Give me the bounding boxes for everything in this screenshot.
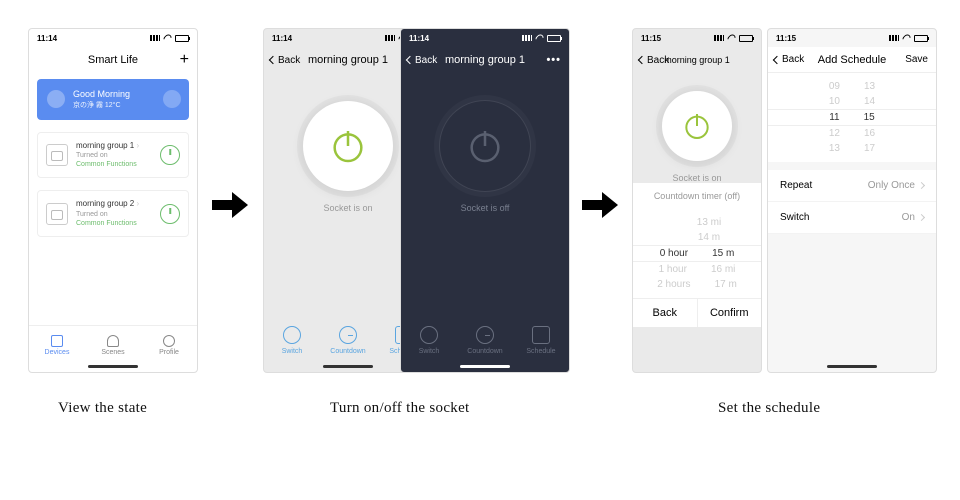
status-time: 11:14: [272, 34, 292, 43]
phone-add-schedule: 11:15 Back Add Schedule Save 0913 1014 1…: [767, 28, 937, 373]
status-time: 11:15: [641, 34, 661, 43]
plug-icon: [46, 144, 68, 166]
header: Smart Life +: [29, 47, 197, 73]
device-row[interactable]: morning group 2 › Turned on Common Funct…: [37, 190, 189, 237]
tab-bar: Devices Scenes Profile: [29, 325, 197, 365]
page-title: Add Schedule: [818, 54, 887, 66]
countdown-title: Countdown timer (off): [633, 183, 761, 209]
home-indicator: [88, 365, 138, 368]
switch-label: Switch: [780, 212, 809, 223]
power-icon[interactable]: [160, 204, 180, 224]
device-common: Common Functions: [76, 160, 152, 169]
power-icon: [465, 126, 505, 166]
home-indicator: [323, 365, 373, 368]
back-button[interactable]: Back: [407, 55, 437, 66]
device-name: morning group 2: [76, 199, 134, 208]
tab-countdown[interactable]: Countdown: [320, 326, 376, 355]
power-button[interactable]: [662, 91, 732, 161]
power-icon: [681, 110, 713, 142]
switch-row[interactable]: Switch On: [768, 202, 936, 234]
weather-sub: 京の浄 霧 12°C: [73, 101, 130, 110]
tab-switch[interactable]: Switch: [264, 326, 320, 355]
power-button[interactable]: [440, 101, 530, 191]
back-button[interactable]: Back: [774, 54, 804, 65]
time-picker[interactable]: 0913 1014 1115 1216 1317: [768, 73, 936, 162]
socket-state: Socket is off: [401, 203, 569, 213]
back-button[interactable]: Back: [639, 55, 669, 66]
device-name: morning group 1: [76, 141, 134, 150]
action-bar: Back Confirm: [633, 298, 761, 327]
more-icon[interactable]: •••: [546, 54, 561, 66]
power-icon: [328, 126, 368, 166]
phone-switch-off: 11:14 Back morning group 1 ••• Socket is…: [400, 28, 570, 373]
switch-value: On: [902, 212, 915, 223]
greeting: Good Morning: [73, 89, 130, 101]
header: Back morning group 1: [633, 47, 761, 73]
time-wheel[interactable]: 13 mi 14 m 0 hour15 m 1 hour16 mi 2 hour…: [633, 209, 761, 298]
header: Back morning group 1 •••: [401, 47, 569, 73]
repeat-label: Repeat: [780, 180, 812, 191]
header: Back Add Schedule Save: [768, 47, 936, 73]
phone-countdown: 11:15 Back morning group 1 Socket is on …: [632, 28, 762, 373]
home-indicator: [827, 365, 877, 368]
status-time: 11:14: [37, 34, 57, 43]
device-status: Turned on: [76, 210, 152, 219]
tab-switch[interactable]: Switch: [401, 326, 457, 355]
caption-schedule: Set the schedule: [718, 400, 820, 417]
mic-icon[interactable]: [163, 90, 181, 108]
power-button[interactable]: [303, 101, 393, 191]
status-bar: 11:15: [633, 29, 761, 47]
tab-devices[interactable]: Devices: [29, 326, 85, 365]
caption-toggle: Turn on/off the socket: [330, 400, 470, 417]
device-common: Common Functions: [76, 219, 152, 228]
tab-scenes[interactable]: Scenes: [85, 326, 141, 365]
app-title: Smart Life: [88, 54, 138, 66]
status-time: 11:14: [409, 34, 429, 43]
status-bar: 11:14: [29, 29, 197, 47]
page-title: morning group 1: [445, 54, 525, 66]
tab-profile[interactable]: Profile: [141, 326, 197, 365]
tab-schedule[interactable]: Schedule: [513, 326, 569, 355]
save-button[interactable]: Save: [905, 54, 928, 65]
device-status: Turned on: [76, 151, 152, 160]
phone-home: 11:14 Smart Life + Good Morning 京の浄 霧 12…: [28, 28, 198, 373]
page-title: morning group 1: [664, 55, 730, 65]
tab-countdown[interactable]: Countdown: [457, 326, 513, 355]
confirm-button[interactable]: Confirm: [697, 299, 762, 327]
status-time: 11:15: [776, 34, 796, 43]
power-icon[interactable]: [160, 145, 180, 165]
status-icons: [150, 35, 189, 42]
add-icon[interactable]: +: [180, 51, 189, 69]
chevron-right-icon: [918, 182, 925, 189]
back-button[interactable]: Back: [270, 55, 300, 66]
banner-text: Good Morning 京の浄 霧 12°C: [73, 89, 130, 110]
arrow-icon: [212, 190, 252, 220]
caption-view: View the state: [58, 400, 147, 417]
repeat-row[interactable]: Repeat Only Once: [768, 170, 936, 202]
weather-banner[interactable]: Good Morning 京の浄 霧 12°C: [37, 79, 189, 120]
status-bar: 11:15: [768, 29, 936, 47]
device-row[interactable]: morning group 1 › Turned on Common Funct…: [37, 132, 189, 179]
home-indicator: [460, 365, 510, 368]
arrow-icon: [582, 190, 622, 220]
sun-icon: [47, 90, 65, 108]
socket-state: Socket is on: [633, 173, 761, 183]
repeat-value: Only Once: [868, 180, 915, 191]
chevron-right-icon: [918, 214, 925, 221]
status-bar: 11:14: [401, 29, 569, 47]
back-button[interactable]: Back: [633, 299, 697, 327]
bottom-tabs: Switch Countdown Schedule: [401, 316, 569, 365]
page-title: morning group 1: [308, 54, 388, 66]
plug-icon: [46, 203, 68, 225]
